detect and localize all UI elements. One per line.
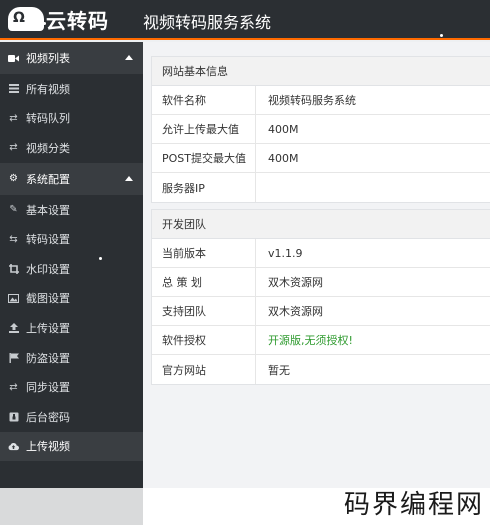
logo-badge-glyph: Ω bbox=[13, 10, 25, 26]
sidebar-footer bbox=[0, 468, 143, 488]
decor-dot bbox=[43, 22, 46, 25]
info-value: 双木资源网 bbox=[268, 276, 323, 289]
sidebar-item-admin-password[interactable]: 后台密码 bbox=[0, 402, 143, 432]
decor-dot bbox=[99, 257, 102, 260]
panel-title: 开发团队 bbox=[152, 210, 490, 239]
upload-icon bbox=[8, 322, 19, 333]
info-row: 总 策 划 双木资源网 bbox=[152, 268, 490, 297]
panel-title: 网站基本信息 bbox=[152, 57, 490, 86]
video-camera-icon bbox=[8, 53, 19, 64]
crop-icon bbox=[8, 263, 19, 274]
app-title: 视频转码服务系统 bbox=[143, 13, 272, 32]
watermark-text: 码界编程网 bbox=[343, 490, 484, 520]
sidebar-item-label: 同步设置 bbox=[26, 381, 70, 395]
sidebar-item-all-videos[interactable]: 所有视频 bbox=[0, 74, 143, 104]
info-row: 官方网站 暂无 bbox=[152, 355, 490, 384]
info-row: 服务器IP bbox=[152, 173, 490, 202]
sidebar-item-label: 截图设置 bbox=[26, 292, 70, 306]
exchange-icon: ⇄ bbox=[9, 381, 18, 393]
info-key: 当前版本 bbox=[152, 239, 256, 267]
info-row: 软件名称 视频转码服务系统 bbox=[152, 86, 490, 115]
decor-dot bbox=[440, 34, 443, 37]
sidebar-item-watermark-settings[interactable]: 水印设置 bbox=[0, 254, 143, 284]
sidebar: 视频列表 所有视频 ⇄ 转码队列 ⇄ 视频分类 ⚙ 系统配置 ✎ 基本设置 ⇆ … bbox=[0, 42, 143, 468]
sidebar-item-screenshot-settings[interactable]: 截图设置 bbox=[0, 284, 143, 314]
exchange-icon: ⇄ bbox=[9, 142, 18, 154]
flag-icon bbox=[8, 352, 19, 363]
sidebar-fade-area bbox=[0, 488, 143, 525]
info-row: 软件授权 开源版,无须授权! bbox=[152, 326, 490, 355]
sidebar-item-transcode-queue[interactable]: ⇄ 转码队列 bbox=[0, 104, 143, 134]
edit-icon: ✎ bbox=[9, 204, 18, 216]
sidebar-item-sync-settings[interactable]: ⇄ 同步设置 bbox=[0, 372, 143, 402]
info-value bbox=[256, 173, 268, 202]
logo[interactable]: Ω 云转码 bbox=[8, 4, 109, 34]
sidebar-group-label: 系统配置 bbox=[26, 172, 70, 186]
info-row: 当前版本 v1.1.9 bbox=[152, 239, 490, 268]
sidebar-item-label: 上传视频 bbox=[26, 440, 70, 454]
info-row: POST提交最大值 400M bbox=[152, 144, 490, 173]
info-key: 软件名称 bbox=[152, 86, 256, 114]
gear-icon: ⚙ bbox=[9, 173, 18, 185]
sidebar-item-label: 防盗设置 bbox=[26, 351, 70, 365]
info-value: v1.1.9 bbox=[268, 246, 303, 260]
sidebar-group-label: 视频列表 bbox=[26, 52, 70, 65]
sidebar-item-upload-settings[interactable]: 上传设置 bbox=[0, 313, 143, 343]
sidebar-group-system-config[interactable]: ⚙ 系统配置 bbox=[0, 162, 143, 195]
info-value: 400M bbox=[268, 151, 299, 165]
info-key: 允许上传最大值 bbox=[152, 115, 256, 143]
info-key: POST提交最大值 bbox=[152, 144, 256, 172]
sidebar-item-label: 后台密码 bbox=[26, 410, 70, 424]
exchange-icon: ⇄ bbox=[9, 112, 18, 124]
main-content: 网站基本信息 软件名称 视频转码服务系统 允许上传最大值 400M POST提交… bbox=[143, 42, 490, 488]
sidebar-item-video-category[interactable]: ⇄ 视频分类 bbox=[0, 133, 143, 163]
info-key: 软件授权 bbox=[152, 326, 256, 354]
logo-text: 云转码 bbox=[46, 8, 109, 33]
info-value: 400M bbox=[268, 122, 299, 136]
info-key: 服务器IP bbox=[152, 173, 256, 202]
sidebar-item-label: 基本设置 bbox=[26, 203, 70, 217]
license-value: 开源版,无须授权! bbox=[268, 334, 353, 347]
dev-team-panel: 开发团队 当前版本 v1.1.9 总 策 划 双木资源网 支持团队 双木资源网 … bbox=[151, 209, 490, 385]
site-info-panel: 网站基本信息 软件名称 视频转码服务系统 允许上传最大值 400M POST提交… bbox=[151, 56, 490, 203]
info-row: 允许上传最大值 400M bbox=[152, 115, 490, 144]
sidebar-item-upload-video[interactable]: 上传视频 bbox=[0, 431, 143, 462]
info-row: 支持团队 双木资源网 bbox=[152, 297, 490, 326]
cloud-logo-icon: Ω bbox=[8, 7, 44, 31]
cloud-upload-icon bbox=[8, 441, 19, 452]
info-key: 总 策 划 bbox=[152, 268, 256, 296]
retweet-icon: ⇆ bbox=[9, 233, 18, 245]
info-key: 官方网站 bbox=[152, 355, 256, 384]
sidebar-item-label: 所有视频 bbox=[26, 82, 70, 96]
sidebar-item-basic-settings[interactable]: ✎ 基本设置 bbox=[0, 195, 143, 225]
image-icon bbox=[8, 293, 19, 304]
sidebar-item-anti-leech-settings[interactable]: 防盗设置 bbox=[0, 343, 143, 373]
list-icon bbox=[8, 83, 19, 94]
top-bar: Ω 云转码 视频转码服务系统 bbox=[0, 0, 490, 40]
sidebar-item-label: 水印设置 bbox=[26, 262, 70, 276]
info-value: 视频转码服务系统 bbox=[268, 94, 356, 107]
sidebar-item-label: 视频分类 bbox=[26, 141, 70, 155]
info-value: 暂无 bbox=[268, 363, 290, 377]
caret-up-icon[interactable] bbox=[125, 55, 133, 60]
info-value: 双木资源网 bbox=[268, 305, 323, 318]
sidebar-item-label: 上传设置 bbox=[26, 321, 70, 335]
sidebar-item-label: 转码队列 bbox=[26, 112, 70, 126]
sidebar-group-video-list[interactable]: 视频列表 bbox=[0, 42, 143, 74]
sidebar-item-label: 转码设置 bbox=[26, 233, 70, 247]
lock-icon bbox=[8, 411, 19, 422]
caret-up-icon[interactable] bbox=[125, 175, 133, 181]
info-key: 支持团队 bbox=[152, 297, 256, 325]
sidebar-item-transcode-settings[interactable]: ⇆ 转码设置 bbox=[0, 224, 143, 254]
